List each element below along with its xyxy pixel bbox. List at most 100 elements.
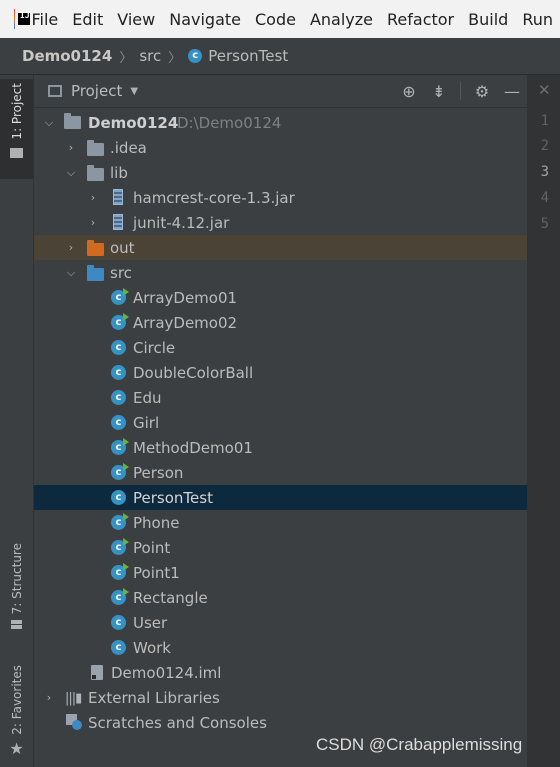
menu-edit[interactable]: Edit [65, 10, 110, 29]
tree-node-class[interactable]: c ArrayDemo02 [34, 310, 527, 335]
menu-analyze[interactable]: Analyze [303, 10, 380, 29]
class-icon: c [111, 438, 129, 456]
tree-node-jar[interactable]: › junit-4.12.jar [34, 210, 527, 235]
locate-icon[interactable]: ⊕ [394, 82, 424, 101]
chevron-down-icon[interactable]: ⌵ [65, 166, 77, 179]
chevron-down-icon[interactable]: ⌵ [43, 116, 55, 129]
class-label: Phone [133, 513, 180, 532]
class-icon: c [111, 313, 129, 331]
class-icon: c [188, 49, 203, 63]
tab-favorites[interactable]: 2: Favorites ★ [0, 665, 33, 765]
jar-label: hamcrest-core-1.3.jar [133, 188, 295, 207]
tab-favorites-label: 2: Favorites [9, 665, 24, 735]
tree-node-class[interactable]: c DoubleColorBall [34, 360, 527, 385]
excluded-folder-icon [87, 240, 104, 257]
tree-node-class[interactable]: c MethodDemo01 [34, 435, 527, 460]
tab-structure[interactable]: 7: Structure [0, 543, 33, 643]
tree-node-class[interactable]: c Circle [34, 335, 527, 360]
class-icon: c [111, 640, 127, 656]
tree-node-class[interactable]: c Girl [34, 410, 527, 435]
tree-node-idea[interactable]: › .idea [34, 135, 527, 160]
chevron-right-icon[interactable]: › [87, 191, 99, 204]
chevron-right-icon[interactable]: › [65, 241, 77, 254]
tab-structure-label: 7: Structure [9, 543, 24, 615]
watermark-text: CSDN @Crabapplemissing [316, 735, 523, 754]
line-number: 4 [540, 190, 549, 206]
line-number: 2 [540, 138, 549, 154]
tree-node-jar[interactable]: › hamcrest-core-1.3.jar [34, 185, 527, 210]
tree-node-external-libraries[interactable]: › |||▮ External Libraries [34, 685, 527, 710]
close-icon[interactable]: ✕ [538, 81, 551, 99]
line-number: 1 [540, 113, 549, 129]
class-label: Point1 [133, 563, 180, 582]
tree-node-class[interactable]: c Rectangle [34, 585, 527, 610]
menu-build[interactable]: Build [461, 10, 515, 29]
tree-node-root[interactable]: ⌵ Demo0124 D:\Demo0124 [34, 110, 527, 135]
menu-refactor[interactable]: Refactor [380, 10, 461, 29]
folder-icon [87, 140, 104, 157]
gear-icon[interactable]: ⚙ [467, 82, 497, 101]
menu-file[interactable]: File [25, 10, 66, 29]
menu-view[interactable]: View [110, 10, 162, 29]
tree-node-src[interactable]: ⌵ src [34, 260, 527, 285]
tree-node-class[interactable]: c Edu [34, 385, 527, 410]
class-icon: c [111, 563, 129, 581]
tree-node-class[interactable]: c Person [34, 460, 527, 485]
external-libraries-label: External Libraries [88, 688, 220, 707]
class-icon: c [111, 288, 129, 306]
tree-node-iml[interactable]: Demo0124.iml [34, 660, 527, 685]
jar-label: junit-4.12.jar [133, 213, 230, 232]
tree-node-class[interactable]: c Point [34, 535, 527, 560]
jar-icon [110, 214, 126, 230]
class-icon: c [111, 390, 127, 406]
project-panel: Project ▼ ⊕ ⇟ ⚙ — ⌵ Demo0124 D:\Demo0124… [34, 75, 527, 767]
class-icon: c [111, 415, 127, 431]
tree-node-class[interactable]: c User [34, 610, 527, 635]
hide-icon[interactable]: — [497, 82, 527, 101]
tree-node-class[interactable]: c ArrayDemo01 [34, 285, 527, 310]
module-file-icon [89, 665, 105, 681]
class-icon: c [111, 463, 129, 481]
tree-node-lib[interactable]: ⌵ lib [34, 160, 527, 185]
folder-icon [87, 165, 104, 182]
scratches-icon [66, 714, 82, 730]
class-icon: c [111, 490, 127, 506]
menu-code[interactable]: Code [248, 10, 303, 29]
iml-label: Demo0124.iml [111, 663, 222, 682]
tree-node-out[interactable]: › out [34, 235, 527, 260]
breadcrumb-src[interactable]: src [139, 47, 161, 65]
panel-title[interactable]: Project [71, 82, 122, 100]
breadcrumb-class[interactable]: PersonTest [208, 47, 288, 65]
scratches-label: Scratches and Consoles [88, 713, 267, 732]
logo-text: IJ [20, 11, 30, 20]
breadcrumb: Demo0124 〉 src 〉 c PersonTest [0, 38, 560, 75]
class-label: Point [133, 538, 171, 557]
line-number-current: 3 [540, 164, 549, 180]
chevron-right-icon[interactable]: › [43, 691, 55, 704]
tree-node-scratches[interactable]: Scratches and Consoles [34, 710, 527, 735]
chevron-right-icon[interactable]: › [87, 216, 99, 229]
tree-node-class[interactable]: c Work [34, 635, 527, 660]
folder-icon [10, 147, 23, 158]
chevron-down-icon[interactable]: ⌵ [65, 266, 77, 279]
menu-run[interactable]: Run [515, 10, 560, 29]
class-label: User [133, 613, 168, 632]
chevron-right-icon[interactable]: › [65, 141, 77, 154]
root-label: Demo0124 [88, 113, 179, 132]
tree-node-class[interactable]: c Point1 [34, 560, 527, 585]
menu-navigate[interactable]: Navigate [162, 10, 248, 29]
tab-project[interactable]: 1: Project [0, 79, 33, 179]
breadcrumb-project[interactable]: Demo0124 [22, 47, 112, 65]
class-label: DoubleColorBall [133, 363, 254, 382]
class-icon: c [111, 588, 129, 606]
class-label: Person [133, 463, 184, 482]
tree-node-class[interactable]: c Phone [34, 510, 527, 535]
source-folder-icon [87, 265, 104, 282]
tab-project-label: 1: Project [9, 83, 24, 140]
collapse-all-icon[interactable]: ⇟ [424, 82, 454, 101]
structure-icon [11, 620, 22, 630]
triangle-down-icon[interactable]: ▼ [130, 86, 138, 97]
class-icon: c [111, 615, 127, 631]
tree-node-class-selected[interactable]: c PersonTest [34, 485, 527, 510]
breadcrumb-separator: 〉 [168, 50, 182, 66]
